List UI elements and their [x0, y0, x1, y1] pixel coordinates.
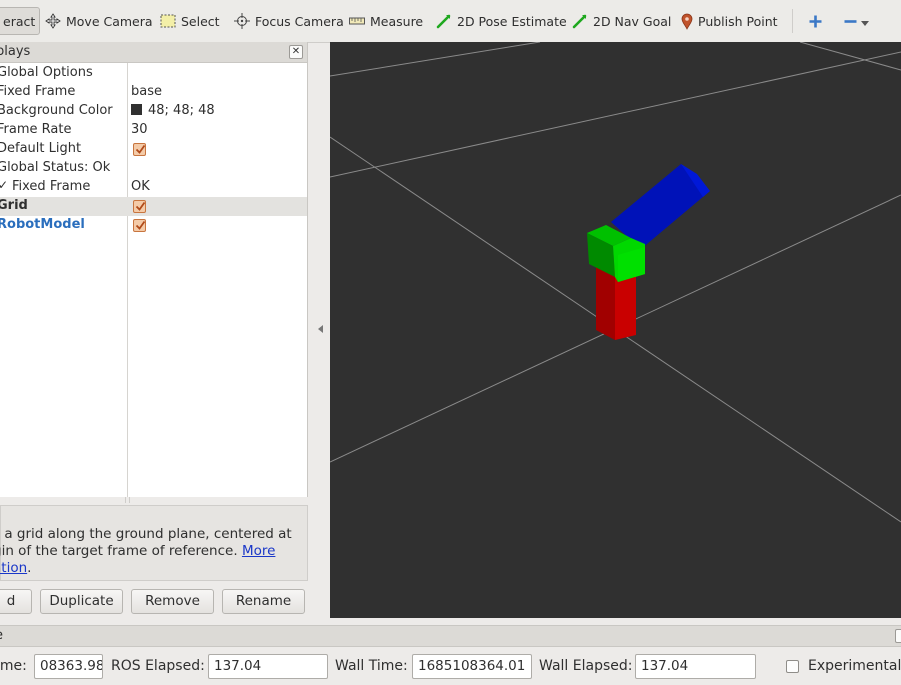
chevron-down-icon[interactable] — [861, 21, 869, 27]
publish-point-label: Publish Point — [698, 13, 778, 29]
grid-enabled-checkbox[interactable] — [133, 200, 146, 213]
checkmark-icon — [135, 201, 146, 211]
remove-button-label: Remove — [145, 593, 200, 609]
tree-row-label: Fixed Frame — [0, 84, 76, 99]
collapse-panel-arrow-icon[interactable] — [318, 325, 323, 333]
remove-tool-button[interactable] — [843, 7, 869, 35]
tree-row-default-light[interactable]: Default Light — [0, 140, 307, 159]
scene-canvas — [330, 42, 901, 523]
pose-estimate-label: 2D Pose Estimate — [457, 13, 567, 29]
toolbar-separator — [792, 9, 793, 33]
ros-elapsed-label: ROS Elapsed: — [111, 658, 205, 674]
measure-label: Measure — [370, 13, 424, 29]
move-camera-tool-button[interactable]: Move Camera — [45, 7, 153, 35]
minus-icon — [844, 19, 857, 23]
wall-time-label: Wall Time: — [335, 658, 408, 674]
tree-row-frame-rate[interactable]: Frame Rate 30 — [0, 121, 307, 140]
measure-tool-button[interactable]: Measure — [349, 7, 423, 35]
displays-panel-title: plays — [0, 44, 31, 59]
ros-time-label: ime: — [0, 658, 27, 674]
grid-line — [330, 51, 901, 178]
add-display-button[interactable]: d — [0, 589, 32, 614]
tree-row-label: RobotModel — [0, 217, 85, 232]
main-toolbar: eract Move Camera Select Focus Camera Me… — [0, 0, 901, 43]
publish-point-tool-button[interactable]: Publish Point — [681, 7, 778, 35]
fixed-frame-value[interactable]: base — [131, 84, 162, 99]
pose-estimate-icon — [436, 14, 451, 29]
wall-elapsed-label: Wall Elapsed: — [539, 658, 633, 674]
default-light-checkbox[interactable] — [133, 143, 146, 156]
tree-row-label: Grid — [0, 198, 28, 213]
wall-elapsed-field[interactable]: 137.04 — [635, 654, 756, 679]
plus-icon — [809, 15, 822, 27]
time-panel-header: e — [0, 625, 901, 647]
focus-camera-icon — [234, 13, 250, 29]
tree-row-robot-model[interactable]: RobotModel — [0, 216, 307, 235]
robot-model-enabled-checkbox[interactable] — [133, 219, 146, 232]
time-panel-title: e — [0, 628, 3, 643]
nav-goal-tool-button[interactable]: 2D Nav Goal — [572, 7, 671, 35]
tree-row-fixed-frame[interactable]: Fixed Frame base — [0, 83, 307, 102]
focus-camera-label: Focus Camera — [255, 13, 344, 29]
interact-tool-button[interactable]: eract — [0, 7, 40, 35]
close-time-panel-icon[interactable] — [895, 629, 901, 643]
add-tool-button[interactable] — [808, 7, 823, 35]
ros-time-field[interactable]: 08363.98 — [34, 654, 103, 679]
tree-row-label: Fixed Frame — [12, 179, 91, 194]
grid-line — [799, 42, 901, 71]
panel-resize-handle[interactable] — [0, 497, 308, 503]
move-camera-label: Move Camera — [66, 13, 153, 29]
nav-goal-icon — [572, 14, 587, 29]
focus-camera-tool-button[interactable]: Focus Camera — [234, 7, 344, 35]
description-text: s a grid along the ground plane, centere… — [0, 526, 298, 577]
render-viewport[interactable] — [330, 42, 901, 618]
tree-row-label: Global Status: Ok — [0, 160, 111, 175]
checkmark-icon — [135, 220, 146, 230]
color-swatch — [131, 104, 142, 115]
move-camera-icon — [45, 13, 61, 29]
rename-button-label: Rename — [235, 593, 292, 609]
status-ok-icon: ✓ — [0, 178, 9, 192]
tree-row-label: Default Light — [0, 141, 82, 156]
tree-row-label: Background Color — [0, 103, 113, 118]
select-label: Select — [181, 13, 220, 29]
close-panel-icon[interactable]: ✕ — [289, 45, 303, 59]
select-icon — [160, 14, 176, 28]
tree-row-background-color[interactable]: Background Color 48; 48; 48 — [0, 102, 307, 121]
tree-row-label: Frame Rate — [0, 122, 72, 137]
displays-panel: plays ✕ Global Options Fixed Frame base … — [0, 42, 308, 497]
checkmark-icon — [135, 144, 146, 154]
duplicate-button[interactable]: Duplicate — [40, 589, 123, 614]
display-description-box: s a grid along the ground plane, centere… — [0, 505, 308, 581]
displays-panel-header: plays ✕ — [0, 42, 307, 63]
tree-row-status-fixed-frame[interactable]: ✓ Fixed Frame OK — [0, 178, 307, 197]
rename-button[interactable]: Rename — [222, 589, 305, 614]
experimental-checkbox[interactable] — [786, 660, 799, 673]
wall-time-field[interactable]: 1685108364.01 — [412, 654, 532, 679]
more-information-link-2[interactable]: ation — [0, 560, 27, 576]
background-color-value[interactable]: 48; 48; 48 — [131, 103, 215, 118]
status-value: OK — [131, 179, 150, 194]
duplicate-button-label: Duplicate — [49, 593, 114, 609]
tree-row-global-options[interactable]: Global Options — [0, 64, 307, 83]
interact-tool-label: eract — [3, 13, 36, 29]
pose-estimate-tool-button[interactable]: 2D Pose Estimate — [436, 7, 567, 35]
frame-rate-value[interactable]: 30 — [131, 122, 148, 137]
tree-row-global-status[interactable]: Global Status: Ok — [0, 159, 307, 178]
select-tool-button[interactable]: Select — [160, 7, 220, 35]
nav-goal-label: 2D Nav Goal — [593, 13, 672, 29]
tree-row-label: Global Options — [0, 65, 93, 80]
tree-row-grid[interactable]: Grid — [0, 197, 307, 216]
more-information-link-1[interactable]: More — [242, 543, 275, 559]
ros-elapsed-field[interactable]: 137.04 — [208, 654, 328, 679]
publish-point-icon — [681, 13, 693, 30]
experimental-label: Experimental — [808, 658, 901, 674]
add-button-label: d — [6, 593, 16, 609]
background-color-text: 48; 48; 48 — [148, 103, 215, 118]
remove-button[interactable]: Remove — [131, 589, 214, 614]
grid-line — [330, 42, 541, 77]
measure-icon — [349, 17, 365, 25]
